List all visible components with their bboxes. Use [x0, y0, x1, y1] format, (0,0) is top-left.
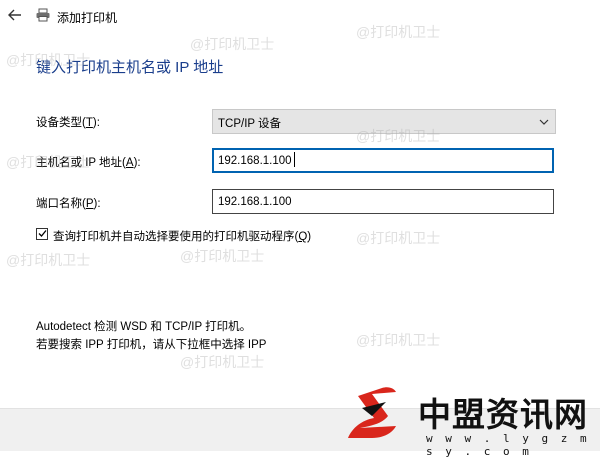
printer-icon [36, 8, 50, 22]
info-line-2: 若要搜索 IPP 打印机，请从下拉框中选择 IPP [36, 339, 267, 351]
window-title: 添加打印机 [57, 11, 118, 25]
back-arrow-icon[interactable] [6, 6, 24, 24]
port-name-input[interactable] [212, 189, 554, 214]
watermark: @打印机卫士 [356, 230, 441, 246]
device-type-value: TCP/IP 设备 [218, 118, 282, 130]
chevron-down-icon [539, 119, 549, 125]
checkmark-icon [38, 230, 47, 237]
hostname-label: 主机名或 IP 地址(A): [36, 157, 141, 169]
watermark: @打印机卫士 [180, 248, 265, 264]
text-caret [294, 152, 295, 167]
device-type-dropdown[interactable]: TCP/IP 设备 [212, 109, 556, 134]
info-line-1: Autodetect 检测 WSD 和 TCP/IP 打印机。 [36, 321, 252, 333]
watermark: @打印机卫士 [6, 252, 91, 268]
brand-name: 中盟资讯网 [418, 395, 588, 434]
page-title: 键入打印机主机名或 IP 地址 [36, 59, 224, 76]
brand-logo-icon [348, 387, 396, 438]
hostname-input[interactable] [212, 148, 554, 173]
auto-driver-label[interactable]: 查询打印机并自动选择要使用的打印机驱动程序(Q) [53, 228, 311, 244]
watermark: @打印机卫士 [356, 332, 441, 348]
port-name-label: 端口名称(P): [36, 198, 101, 210]
device-type-label: 设备类型(T): [36, 117, 100, 129]
watermark: @打印机卫士 [190, 36, 275, 52]
watermark: @打印机卫士 [180, 354, 265, 370]
brand-url: w w w . l y g z m s y . c o m [426, 432, 590, 458]
auto-driver-checkbox[interactable] [36, 228, 48, 240]
title-bar: 添加打印机 [0, 0, 600, 34]
